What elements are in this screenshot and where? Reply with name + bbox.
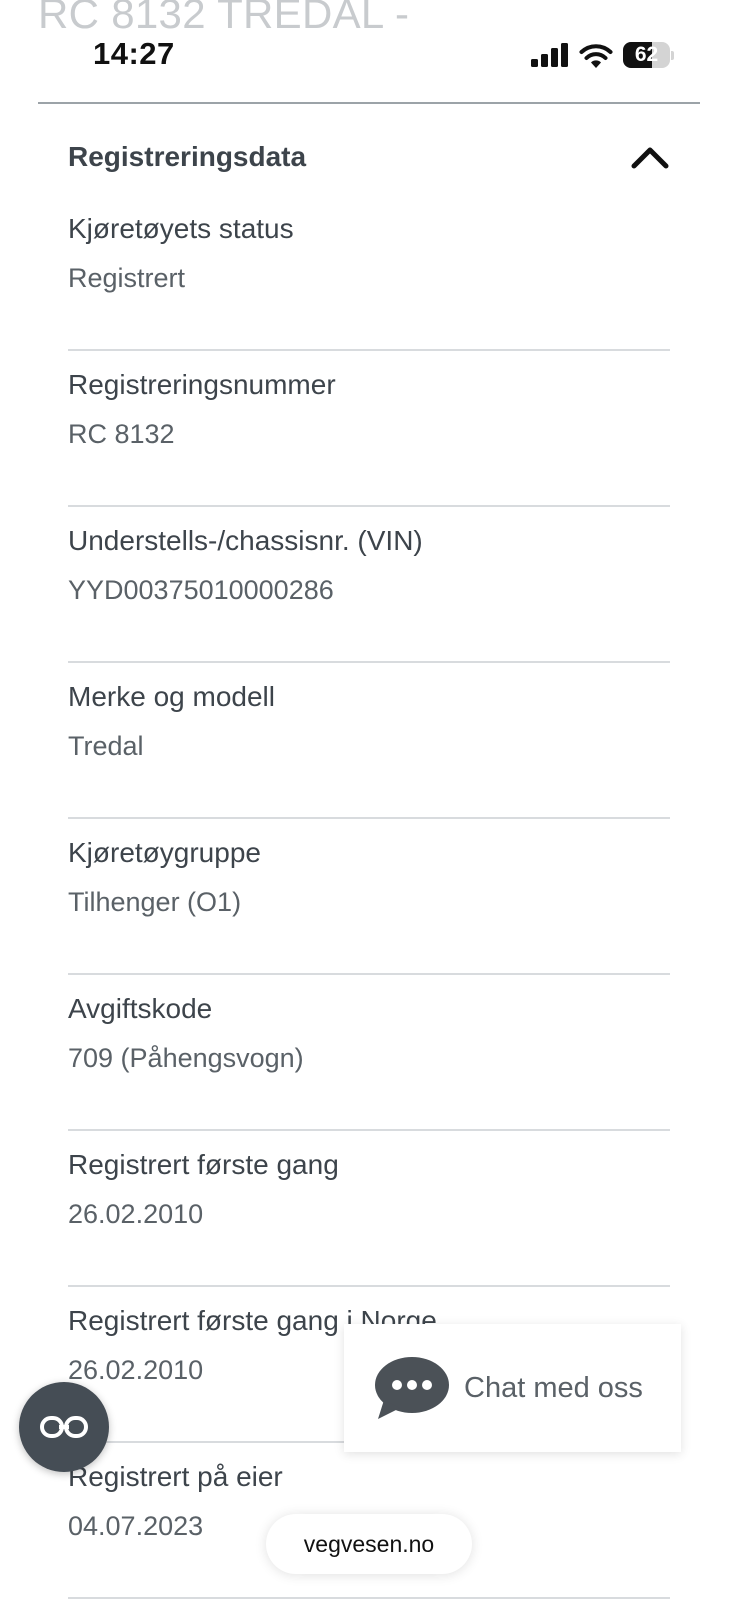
field-value: Registrert	[68, 263, 186, 293]
field-vehicle-group: Kjøretøygruppe Tilhenger (O1)	[68, 819, 670, 975]
chevron-up-icon[interactable]	[630, 142, 670, 172]
chat-bubble-icon	[375, 1357, 449, 1419]
status-time: 14:27	[93, 36, 175, 71]
field-vin: Understells-/chassisnr. (VIN) YYD0037501…	[68, 507, 670, 663]
chat-label: Chat med oss	[464, 1371, 643, 1404]
chat-button[interactable]: Chat med oss	[344, 1324, 681, 1452]
scrolled-page-title: RC 8132 TREDAL -	[38, 0, 410, 37]
field-make-model: Merke og modell Tredal	[68, 663, 670, 819]
field-first-registered: Registrert første gang 26.02.2010	[68, 1131, 670, 1287]
field-registration-number: Registreringsnummer RC 8132	[68, 351, 670, 507]
field-value: 26.02.2010	[68, 1199, 204, 1229]
signal-icon	[531, 43, 568, 67]
battery-level: 62	[634, 43, 659, 66]
glasses-fab-button[interactable]	[19, 1382, 109, 1472]
field-value: Tredal	[68, 731, 144, 761]
page: RC 8132 TREDAL - 14:27 62 Registreringsd…	[0, 0, 738, 1600]
glasses-icon	[40, 1416, 88, 1438]
field-label: Registrert på eier	[68, 1461, 283, 1492]
header-divider	[38, 102, 700, 104]
field-label: Merke og modell	[68, 681, 275, 712]
field-label: Kjøretøygruppe	[68, 837, 261, 868]
field-vehicle-status: Kjøretøyets status Registrert	[68, 195, 670, 351]
field-value: RC 8132	[68, 419, 175, 449]
status-icons: 62	[531, 40, 674, 70]
browser-url-bar[interactable]: vegvesen.no	[266, 1514, 472, 1574]
field-label: Registrert første gang	[68, 1149, 339, 1180]
field-value: Tilhenger (O1)	[68, 887, 242, 917]
field-label: Registreringsnummer	[68, 369, 336, 400]
section-title: Registreringsdata	[68, 141, 307, 172]
battery-icon: 62	[623, 42, 670, 68]
field-label: Avgiftskode	[68, 993, 213, 1024]
section-header-registreringsdata[interactable]: Registreringsdata	[68, 135, 670, 179]
field-label: Kjøretøyets status	[68, 213, 294, 244]
field-fee-code: Avgiftskode 709 (Påhengsvogn)	[68, 975, 670, 1131]
field-label: Understells-/chassisnr. (VIN)	[68, 525, 423, 556]
field-value: YYD00375010000286	[68, 575, 334, 605]
wifi-icon	[579, 44, 613, 68]
field-value: 709 (Påhengsvogn)	[68, 1043, 304, 1073]
battery-cap	[671, 50, 674, 60]
